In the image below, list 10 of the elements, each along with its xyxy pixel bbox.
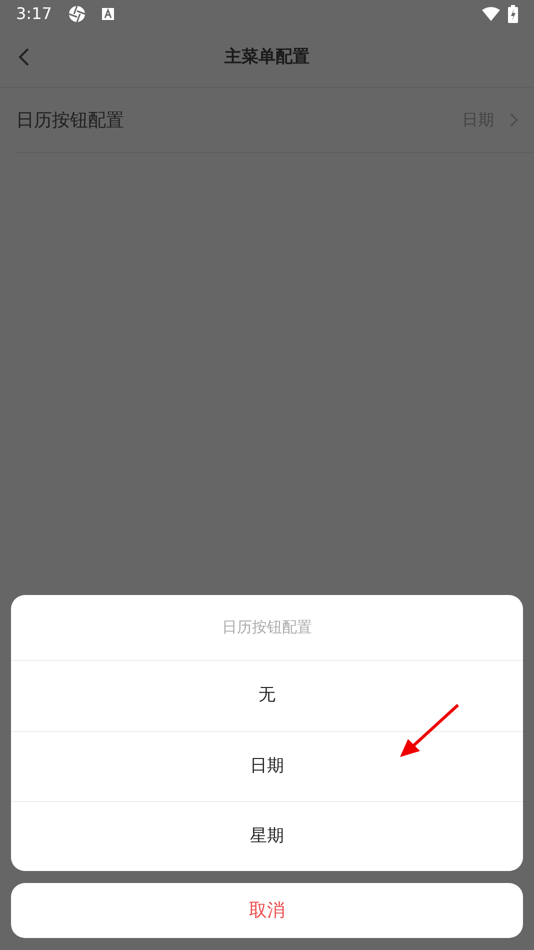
clock: 3:17 [16, 3, 52, 25]
back-icon[interactable] [18, 48, 30, 66]
page-title: 主菜单配置 [224, 46, 310, 69]
chevron-right-icon [510, 113, 518, 127]
aperture-icon [68, 5, 86, 23]
sheet-option[interactable]: 星期 [11, 801, 523, 871]
wifi-icon [482, 7, 500, 21]
text-notification-icon [102, 8, 114, 20]
cancel-button[interactable]: 取消 [11, 883, 523, 938]
battery-icon [508, 5, 518, 23]
